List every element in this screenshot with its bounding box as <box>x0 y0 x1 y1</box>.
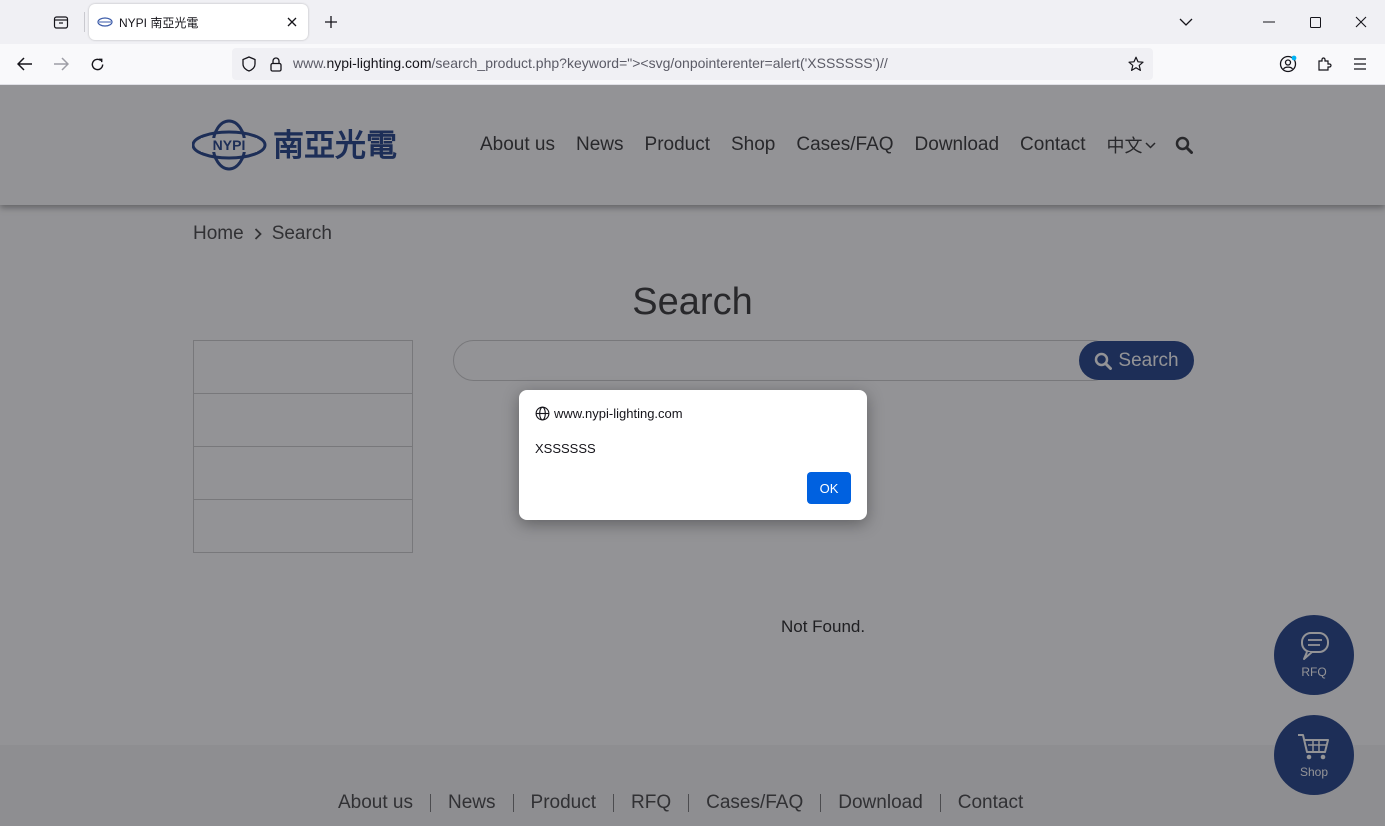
browser-tabbar: NYPI 南亞光電 <box>0 0 1385 44</box>
ok-button[interactable]: OK <box>807 472 851 504</box>
tab-separator <box>84 12 85 32</box>
account-icon[interactable] <box>1274 50 1302 78</box>
tab-close-icon[interactable] <box>282 12 302 32</box>
forward-arrow-icon[interactable] <box>47 50 75 78</box>
bookmark-star-icon[interactable] <box>1127 55 1145 73</box>
dialog-message: XSSSSSS <box>535 441 596 456</box>
back-arrow-icon[interactable] <box>11 50 39 78</box>
minimize-icon[interactable] <box>1257 10 1281 34</box>
url-host: nypi-lighting.com <box>326 55 432 71</box>
maximize-icon[interactable] <box>1303 10 1327 34</box>
extensions-icon[interactable] <box>1310 50 1338 78</box>
url-bar[interactable]: www.nypi-lighting.com/search_product.php… <box>232 48 1153 80</box>
url-path: /search_product.php?keyword="><svg/onpoi… <box>431 55 888 71</box>
dialog-origin: www.nypi-lighting.com <box>535 406 683 421</box>
lock-icon[interactable] <box>267 55 285 73</box>
site-favicon-icon <box>97 14 113 30</box>
tab-overflow-chevron-icon[interactable] <box>1174 10 1198 34</box>
close-window-icon[interactable] <box>1349 10 1373 34</box>
new-tab-icon[interactable] <box>320 11 342 33</box>
tab-list-icon[interactable] <box>46 8 76 36</box>
reload-icon[interactable] <box>83 50 111 78</box>
dialog-origin-text: www.nypi-lighting.com <box>554 406 683 421</box>
globe-icon <box>535 406 550 421</box>
alert-dialog: www.nypi-lighting.com XSSSSSS OK <box>519 390 867 520</box>
url-prefix: www. <box>293 55 327 71</box>
shield-icon[interactable] <box>240 55 258 73</box>
menu-icon[interactable] <box>1346 50 1374 78</box>
browser-navbar: www.nypi-lighting.com/search_product.php… <box>0 44 1385 85</box>
browser-tab[interactable]: NYPI 南亞光電 <box>89 4 308 40</box>
tab-title: NYPI 南亞光電 <box>119 15 199 30</box>
url-text: www.nypi-lighting.com/search_product.php… <box>293 55 888 71</box>
